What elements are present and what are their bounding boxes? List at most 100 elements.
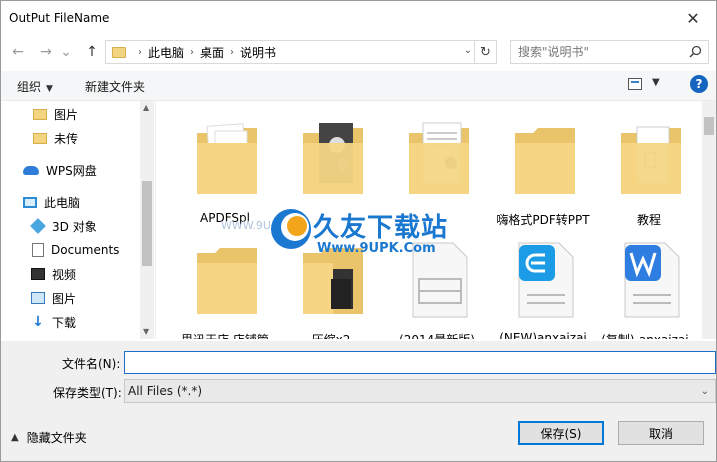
file-item[interactable]: (复制)-anxaizai - <box>597 225 701 339</box>
file-item-label: (NEW)anxaizai <box>499 331 587 339</box>
up-button[interactable]: ↑ <box>81 41 103 63</box>
nav-item-downloads[interactable]: ↓ 下载 <box>31 311 76 333</box>
chevron-down-icon: ⌄ <box>60 44 72 60</box>
computer-icon <box>23 196 37 208</box>
recent-locations-button[interactable]: ⌄ <box>59 41 73 63</box>
folder-icon <box>515 128 575 194</box>
file-item-label: (2014最新版) <box>385 331 489 339</box>
hide-folders-toggle[interactable]: ▲ 隐藏文件夹 <box>11 429 87 446</box>
nav-item-3d-objects[interactable]: 3D 对象 <box>30 215 97 237</box>
nav-item-label: Documents <box>51 243 120 257</box>
nav-item-label: WPS网盘 <box>46 163 97 178</box>
refresh-icon: ↻ <box>480 44 491 60</box>
nav-scrollbar-thumb[interactable] <box>142 181 152 266</box>
nav-item-label: 视频 <box>52 267 77 282</box>
file-item[interactable]: 嗨格式PDF转PPT <box>491 105 595 227</box>
breadcrumb-separator[interactable]: › <box>190 47 194 58</box>
filename-label: 文件名(N): <box>62 357 121 371</box>
3d-objects-icon <box>30 218 46 234</box>
documents-icon <box>32 243 44 257</box>
address-dropdown-icon[interactable]: ⌄ <box>464 45 472 56</box>
save-form: 文件名(N): 保存类型(T): All Files (*.*) ⌄ <box>1 341 716 411</box>
scroll-up-icon[interactable]: ▲ <box>143 103 149 112</box>
command-toolbar: 组织 ▼ 新建文件夹 ▼ ? <box>1 71 716 101</box>
cloud-icon <box>23 165 39 175</box>
file-item-label: 压缩x2 <box>279 331 383 339</box>
scroll-down-icon[interactable]: ▼ <box>143 327 149 336</box>
hide-folders-label: 隐藏文件夹 <box>26 431 87 445</box>
file-item[interactable]: 教程 <box>597 105 701 227</box>
watermark-logo-icon <box>271 209 311 249</box>
nav-item-videos[interactable]: 视频 <box>31 263 76 285</box>
nav-item-pictures-folder[interactable]: 图片 <box>33 103 78 125</box>
wps-doc-e-icon <box>518 242 574 318</box>
forward-button[interactable]: → <box>35 41 57 63</box>
view-options-icon[interactable] <box>628 78 642 90</box>
folder-with-documents-icon <box>197 123 257 194</box>
save-button[interactable]: 保存(S) <box>518 421 604 445</box>
save-file-dialog: OutPut FileName ✕ ← → ⌄ ↑ › 此电脑 › 桌面 › 说… <box>0 0 717 462</box>
nav-item-this-pc[interactable]: 此电脑 <box>23 191 80 213</box>
filetype-selected-value: All Files (*.*) <box>128 384 203 398</box>
new-folder-button[interactable]: 新建文件夹 <box>85 78 145 95</box>
file-item-label: 思迅天店 店铺管 <box>173 331 277 339</box>
breadcrumb-separator: › <box>138 46 142 58</box>
watermark-left-text: WWW.9U <box>221 219 271 232</box>
organize-menu[interactable]: 组织 ▼ <box>17 78 53 95</box>
forward-arrow-icon: → <box>40 44 52 60</box>
window-title: OutPut FileName <box>9 11 110 25</box>
folder-with-document-icon <box>409 122 469 194</box>
folder-icon <box>112 46 126 58</box>
close-button[interactable]: ✕ <box>670 1 716 35</box>
wps-writer-icon <box>624 242 680 318</box>
folder-with-photos-icon <box>303 123 363 194</box>
breadcrumb-separator[interactable]: › <box>230 47 234 58</box>
download-icon: ↓ <box>32 314 44 330</box>
nav-item-label: 未传 <box>54 131 79 146</box>
nav-item-pictures[interactable]: 图片 <box>31 287 76 309</box>
cancel-button[interactable]: 取消 <box>618 421 704 445</box>
breadcrumb-this-pc[interactable]: 此电脑 <box>148 44 184 61</box>
search-box[interactable] <box>510 40 709 64</box>
title-bar: OutPut FileName ✕ <box>1 1 716 37</box>
watermark: WWW.9U 久友下载站 Www.9UPK.Com <box>221 201 459 265</box>
back-arrow-icon: ← <box>12 44 24 60</box>
pictures-icon <box>31 292 45 304</box>
nav-item-wps-cloud[interactable]: WPS网盘 <box>23 159 97 181</box>
address-row: ← → ⌄ ↑ › 此电脑 › 桌面 › 说明书 ⌄ ↻ <box>1 37 716 67</box>
folder-icon <box>33 132 47 144</box>
nav-item-label: 下载 <box>52 315 77 330</box>
refresh-button[interactable]: ↻ <box>474 41 496 63</box>
nav-item-label: 3D 对象 <box>52 219 97 234</box>
address-bar[interactable]: › 此电脑 › 桌面 › 说明书 ⌄ ↻ <box>105 40 497 64</box>
dialog-footer: ▲ 隐藏文件夹 保存(S) 取消 <box>1 411 716 461</box>
nav-item-untransferred[interactable]: 未传 <box>33 127 78 149</box>
filetype-select[interactable]: All Files (*.*) ⌄ <box>124 379 716 403</box>
view-options-caret-icon[interactable]: ▼ <box>652 77 660 88</box>
caret-up-icon: ▲ <box>11 432 19 443</box>
back-button[interactable]: ← <box>7 41 29 63</box>
file-list-scrollbar[interactable] <box>702 101 716 339</box>
file-item[interactable]: (NEW)anxaizai <box>491 225 595 339</box>
breadcrumb-manual[interactable]: 说明书 <box>240 44 276 61</box>
nav-scrollbar[interactable]: ▲ ▼ <box>140 101 154 339</box>
organize-label: 组织 <box>17 80 42 94</box>
folder-icon <box>197 248 257 314</box>
help-icon[interactable]: ? <box>690 75 708 93</box>
file-item-label: (复制)-anxaizai - <box>597 331 701 339</box>
file-list-scrollbar-thumb[interactable] <box>704 117 714 135</box>
breadcrumb-desktop[interactable]: 桌面 <box>200 44 224 61</box>
folder-icon <box>33 108 47 120</box>
nav-item-label: 此电脑 <box>44 195 81 210</box>
filename-input[interactable] <box>124 351 716 374</box>
chevron-down-icon: ⌄ <box>700 386 709 397</box>
nav-item-label: 图片 <box>54 107 79 122</box>
search-input[interactable] <box>511 45 681 59</box>
watermark-title: 久友下载站 <box>313 213 449 243</box>
navigation-pane: 图片 未传 WPS网盘 此电脑 3D 对象 Documents 视频 图片 ↓ … <box>1 101 156 339</box>
nav-item-documents[interactable]: Documents <box>32 239 119 261</box>
watermark-url: Www.9UPK.Com <box>317 241 436 256</box>
search-icon[interactable] <box>689 45 702 58</box>
video-icon <box>31 268 45 280</box>
filetype-label: 保存类型(T): <box>53 386 122 400</box>
